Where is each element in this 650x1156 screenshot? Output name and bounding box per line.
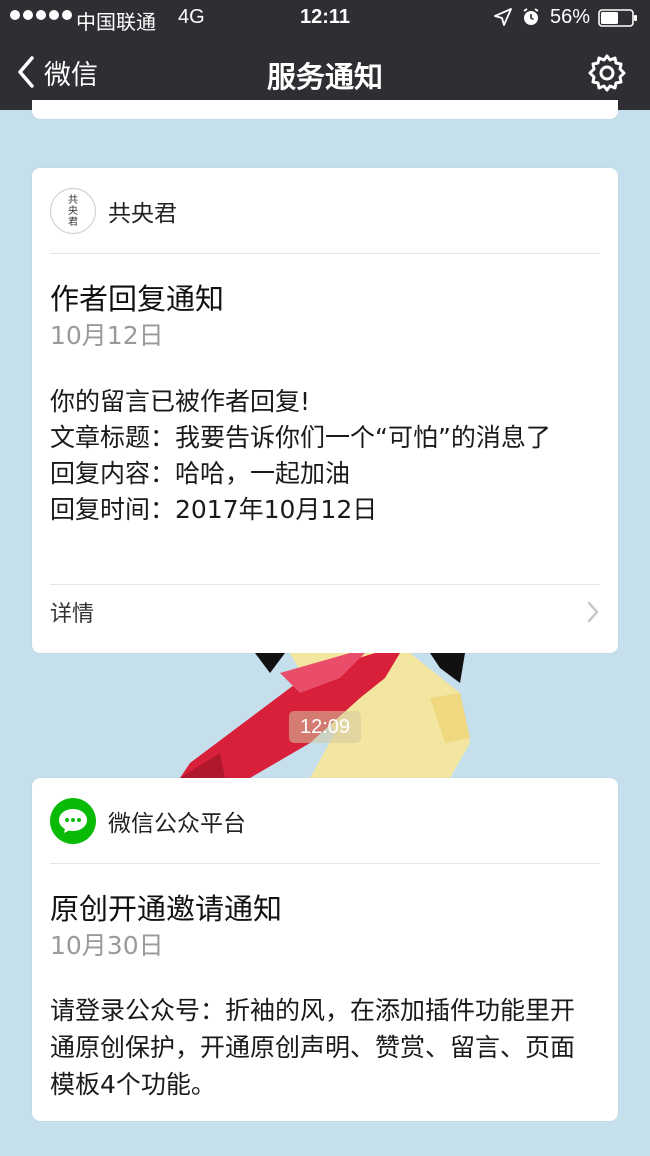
battery-percentage: 56% [550, 6, 591, 28]
message-title: 原创开通邀请通知 [50, 892, 283, 926]
message-date: 10月12日 [50, 321, 164, 350]
message-line: 回复内容：哈哈，一起加油 [50, 459, 351, 488]
chat-bubble-icon [59, 809, 87, 833]
avatar-char: 央 [68, 205, 78, 217]
details-label: 详情 [50, 602, 95, 627]
message-card: 微信公众平台 原创开通邀请通知 10月30日 请登录公众号：折袖的风，在添加插件… [32, 778, 618, 1121]
message-date: 10月30日 [50, 931, 164, 960]
divider [50, 863, 600, 864]
chat-timestamp: 12:09 [289, 711, 361, 743]
message-line: 请登录公众号：折袖的风，在添加插件功能里开通原创保护，开通原创声明、赞赏、留言、… [50, 996, 576, 1099]
message-card: 共 央 君 共央君 作者回复通知 10月12日 你的留言已被作者回复! 文章标题… [32, 168, 618, 653]
message-line: 回复时间：2017年10月12日 [50, 495, 378, 524]
details-link[interactable]: 详情 [50, 585, 600, 639]
divider [50, 253, 600, 254]
status-bar: 中国联通 4G 12:11 56% [0, 0, 650, 36]
avatar-char: 共 [68, 194, 78, 206]
sender-avatar: 共 央 君 [50, 188, 96, 234]
message-line: 文章标题：我要告诉你们一个“可怕”的消息了 [50, 423, 551, 452]
avatar-char: 君 [68, 216, 78, 228]
navigation-bar: 微信 服务通知 [0, 36, 650, 110]
chevron-right-icon [587, 601, 599, 623]
wechat-logo-avatar [50, 798, 96, 844]
previous-message-card [32, 100, 618, 119]
settings-gear-icon[interactable] [586, 52, 628, 94]
sender-name: 微信公众平台 [108, 811, 246, 837]
message-body: 请登录公众号：折袖的风，在添加插件功能里开通原创保护，开通原创声明、赞赏、留言、… [50, 992, 588, 1103]
sender-name: 共央君 [108, 201, 177, 227]
message-title: 作者回复通知 [50, 282, 225, 316]
message-line: 你的留言已被作者回复! [50, 387, 311, 416]
message-sender-row[interactable]: 微信公众平台 [50, 796, 600, 846]
battery-icon [598, 9, 637, 27]
page-title: 服务通知 [266, 60, 383, 94]
location-arrow-icon [494, 8, 512, 26]
alarm-icon [523, 8, 539, 25]
message-sender-row[interactable]: 共 央 君 共央君 [50, 186, 600, 236]
message-body: 你的留言已被作者回复! 文章标题：我要告诉你们一个“可怕”的消息了 回复内容：哈… [50, 384, 588, 528]
